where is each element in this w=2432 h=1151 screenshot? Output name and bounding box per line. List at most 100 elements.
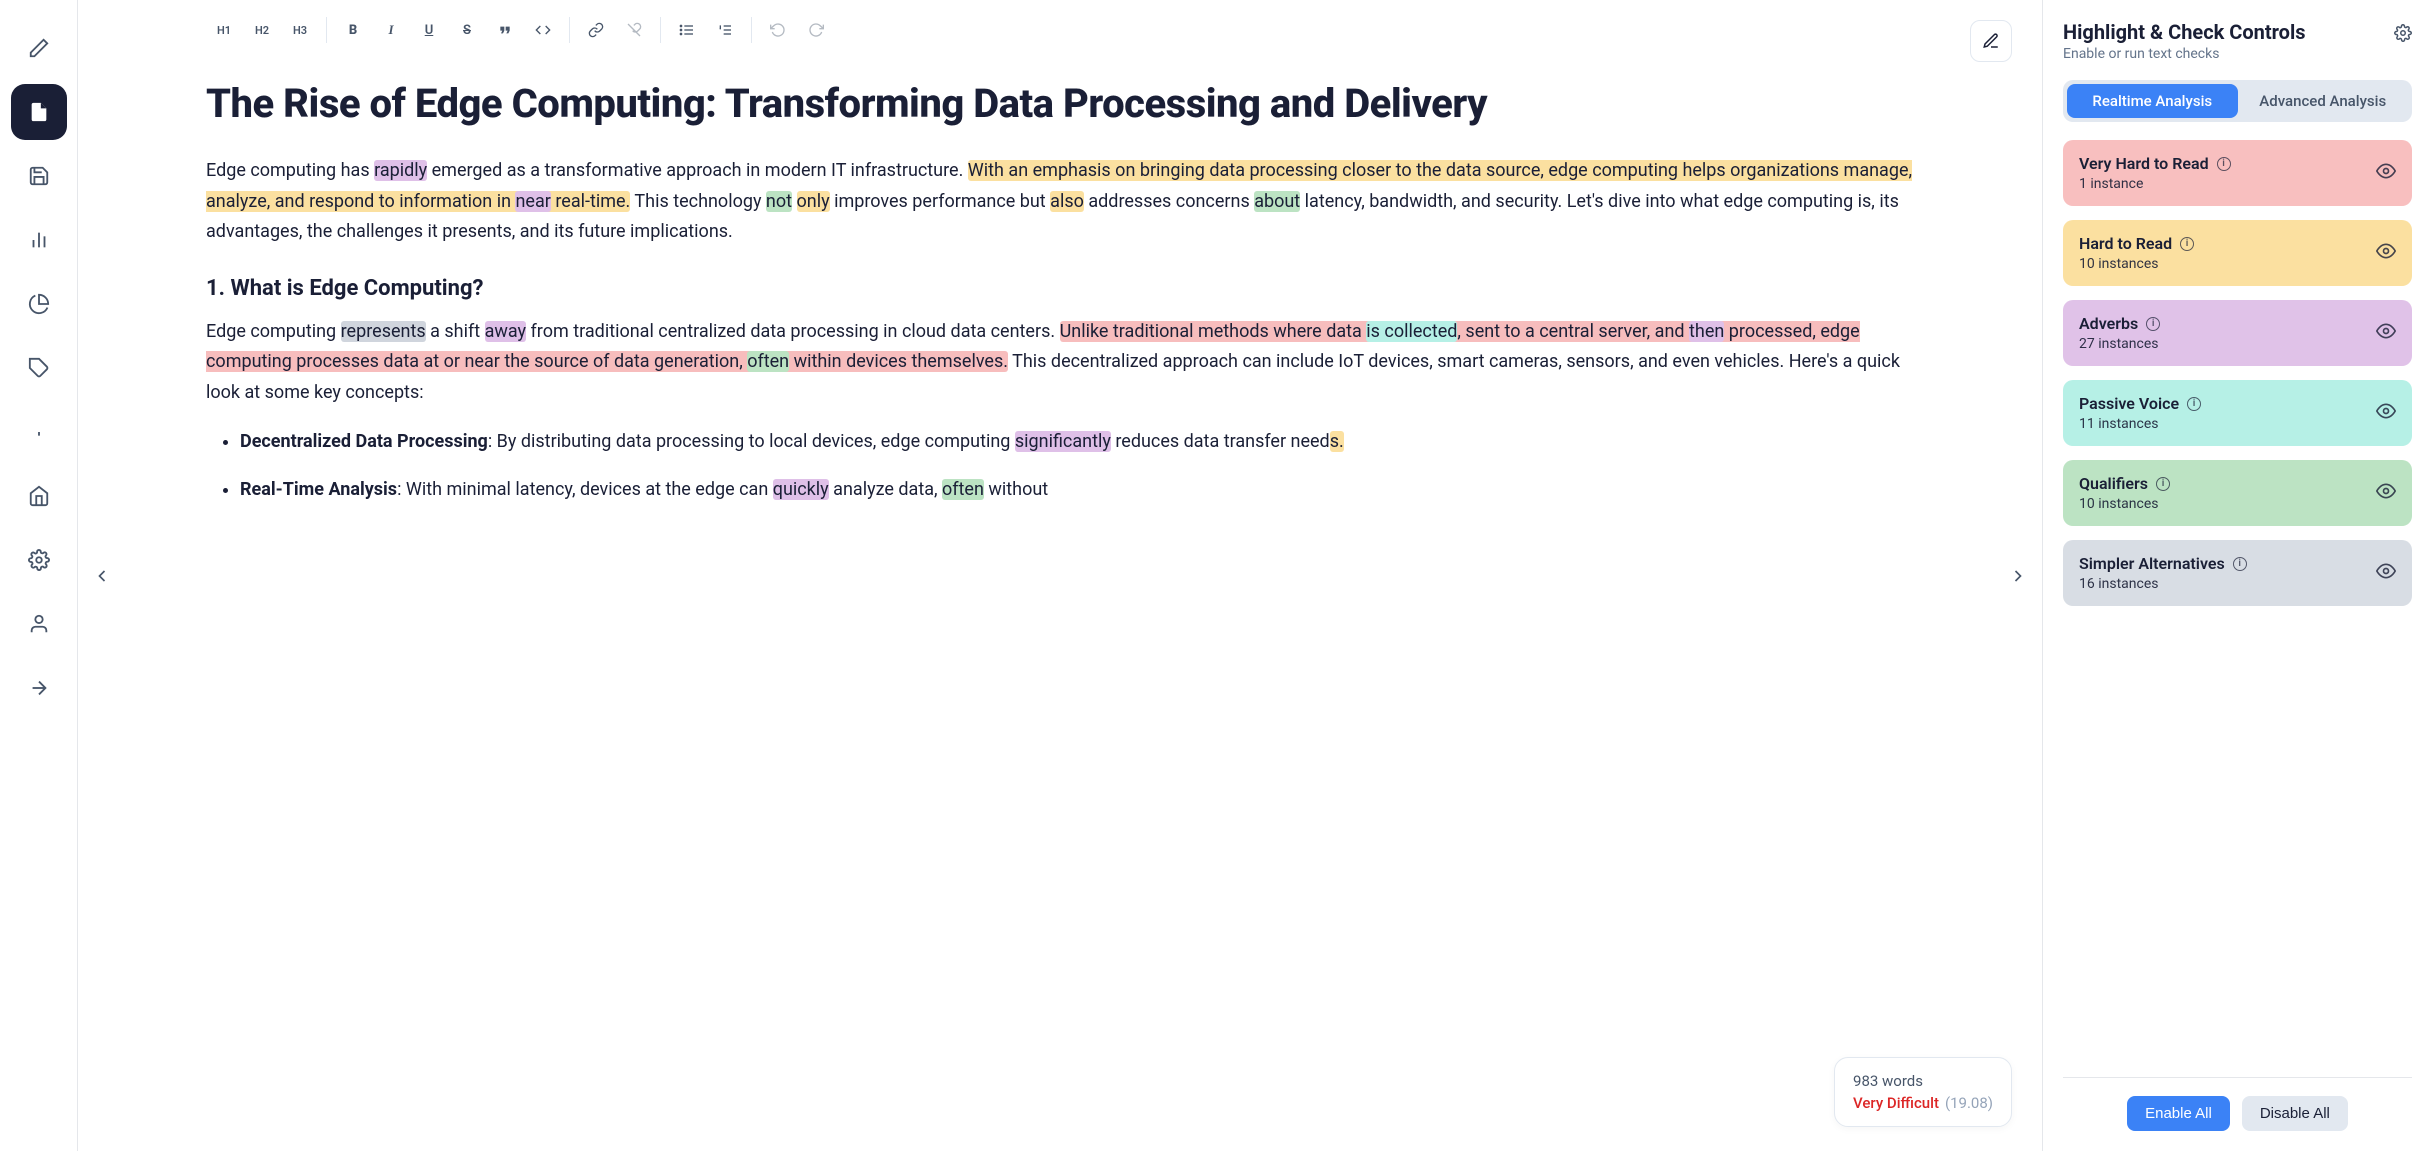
section-heading[interactable]: 1. What is Edge Computing? (206, 276, 1914, 301)
highlight-adverb[interactable]: near (515, 191, 550, 212)
eye-icon[interactable] (2376, 161, 2396, 185)
sidebar-analytics[interactable] (11, 212, 67, 268)
link-icon (588, 22, 604, 38)
sidebar-info[interactable] (11, 404, 67, 460)
eye-icon[interactable] (2376, 321, 2396, 345)
eye-icon[interactable] (2376, 561, 2396, 585)
paragraph[interactable]: Edge computing has rapidly emerged as a … (206, 156, 1914, 248)
sidebar-edit[interactable] (11, 20, 67, 76)
sidebar-document[interactable] (11, 84, 67, 140)
underline-button[interactable]: U (411, 12, 447, 48)
sidebar-tag[interactable] (11, 340, 67, 396)
undo-icon (770, 22, 786, 38)
document-content[interactable]: The Rise of Edge Computing: Transforming… (78, 60, 2042, 1151)
link-button[interactable] (578, 12, 614, 48)
check-item-2[interactable]: Adverbs i 27 instances (2063, 300, 2412, 366)
word-count: 983 words (1853, 1072, 1993, 1090)
formatting-toolbar: H1 H2 H3 B I U S (78, 0, 2042, 60)
highlight-passive[interactable]: is collected (1366, 321, 1457, 342)
highlight-qualifier[interactable]: not (766, 191, 792, 212)
eye-icon[interactable] (2376, 401, 2396, 425)
stats-card: 983 words Very Difficult(19.08) (1834, 1057, 2012, 1127)
document-title[interactable]: The Rise of Edge Computing: Transforming… (206, 80, 1914, 128)
disable-all-button[interactable]: Disable All (2242, 1096, 2348, 1131)
redo-button[interactable] (798, 12, 834, 48)
checks-list: Very Hard to Read i1 instance Hard to Rea… (2063, 140, 2412, 620)
redo-icon (808, 22, 824, 38)
info-icon[interactable]: i (2180, 237, 2194, 251)
info-icon[interactable]: i (2187, 397, 2201, 411)
enable-all-button[interactable]: Enable All (2127, 1096, 2230, 1131)
compose-button[interactable] (1970, 20, 2012, 62)
highlight-hard[interactable]: also (1050, 191, 1084, 212)
bullet-list-icon (679, 22, 695, 38)
highlight-qualifier[interactable]: often (747, 351, 789, 372)
chevron-left-icon (92, 566, 112, 586)
user-icon (28, 613, 50, 635)
info-icon[interactable]: i (2156, 477, 2170, 491)
numbered-list-button[interactable] (707, 12, 743, 48)
controls-panel: Highlight & Check Controls Enable or run… (2042, 0, 2432, 1151)
sidebar-home[interactable] (11, 468, 67, 524)
sidebar-save[interactable] (11, 148, 67, 204)
bullet-list-button[interactable] (669, 12, 705, 48)
check-item-3[interactable]: Passive Voice i11 instances (2063, 380, 2412, 446)
tab-realtime[interactable]: Realtime Analysis (2067, 84, 2238, 118)
next-button[interactable] (2000, 558, 2036, 594)
undo-button[interactable] (760, 12, 796, 48)
italic-button[interactable]: I (373, 12, 409, 48)
quote-icon (497, 22, 513, 38)
check-item-4[interactable]: Qualifiers i10 instances (2063, 460, 2412, 526)
arrow-right-icon (28, 677, 50, 699)
prev-button[interactable] (84, 558, 120, 594)
info-icon[interactable]: i (2233, 557, 2247, 571)
eye-icon[interactable] (2376, 481, 2396, 505)
tab-advanced[interactable]: Advanced Analysis (2238, 84, 2409, 118)
left-sidebar (0, 0, 78, 1151)
check-title: Hard to Read i (2079, 234, 2194, 253)
h1-button[interactable]: H1 (206, 12, 242, 48)
sidebar-settings[interactable] (11, 532, 67, 588)
highlight-qualifier[interactable]: about (1254, 191, 1300, 212)
check-title: Adverbs i (2079, 314, 2160, 333)
strike-button[interactable]: S (449, 12, 485, 48)
document-icon (28, 101, 50, 123)
pie-chart-icon (28, 293, 50, 315)
check-item-0[interactable]: Very Hard to Read i1 instance (2063, 140, 2412, 206)
highlight-qualifier[interactable]: often (942, 479, 984, 500)
highlight-adverb[interactable]: then (1689, 321, 1724, 342)
home-icon (28, 485, 50, 507)
highlight-hard[interactable]: s. (1330, 431, 1344, 452)
check-title: Passive Voice i (2079, 394, 2201, 413)
bold-button[interactable]: B (335, 12, 371, 48)
sidebar-user[interactable] (11, 596, 67, 652)
quote-button[interactable] (487, 12, 523, 48)
check-count: 27 instances (2079, 336, 2160, 352)
unlink-button[interactable] (616, 12, 652, 48)
h3-button[interactable]: H3 (282, 12, 318, 48)
sidebar-piechart[interactable] (11, 276, 67, 332)
highlight-adverb[interactable]: quickly (773, 479, 829, 500)
panel-subtitle: Enable or run text checks (2063, 46, 2306, 62)
check-item-1[interactable]: Hard to Read i10 instances (2063, 220, 2412, 286)
eye-icon[interactable] (2376, 241, 2396, 265)
save-icon (28, 165, 50, 187)
highlight-adverb[interactable]: rapidly (374, 160, 427, 181)
list-item[interactable]: Decentralized Data Processing: By distri… (240, 427, 1914, 458)
highlight-adverb[interactable]: significantly (1015, 431, 1111, 452)
info-icon[interactable]: i (2217, 157, 2231, 171)
list-item[interactable]: Real-Time Analysis: With minimal latency… (240, 475, 1914, 506)
code-button[interactable] (525, 12, 561, 48)
highlight-adverb[interactable]: away (485, 321, 527, 342)
sidebar-collapse[interactable] (11, 660, 67, 716)
h2-button[interactable]: H2 (244, 12, 280, 48)
highlight-simpler[interactable]: represents (341, 321, 426, 342)
panel-settings-button[interactable] (2394, 20, 2412, 46)
highlight-hard[interactable]: only (797, 191, 830, 212)
check-item-5[interactable]: Simpler Alternatives i16 instances (2063, 540, 2412, 606)
info-icon[interactable]: i (2146, 317, 2160, 331)
gear-icon (2394, 24, 2412, 42)
check-count: 10 instances (2079, 496, 2170, 512)
paragraph[interactable]: Edge computing represents a shift away f… (206, 317, 1914, 409)
code-icon (535, 22, 551, 38)
